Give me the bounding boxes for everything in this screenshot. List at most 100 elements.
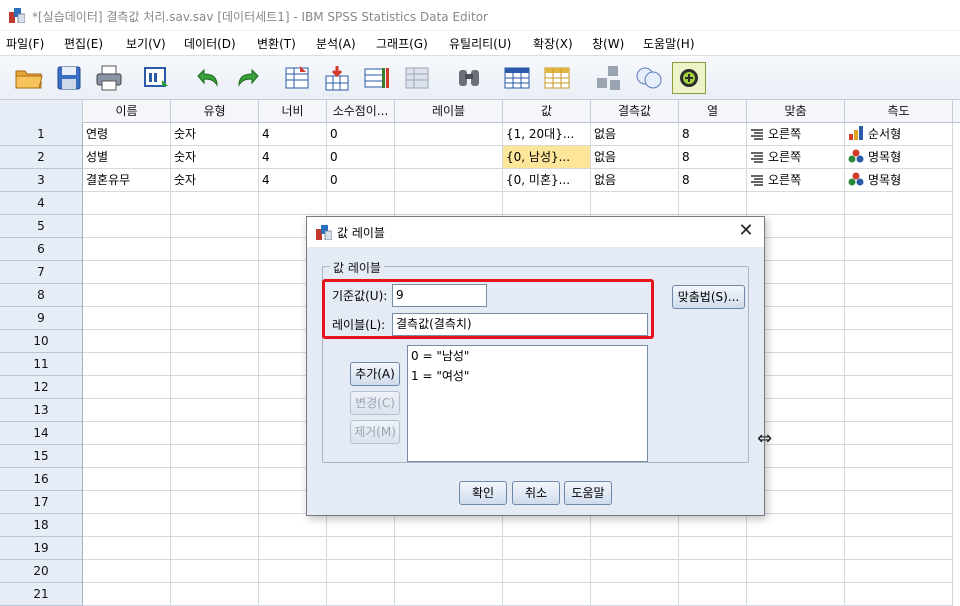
cell-missing[interactable]: 없음 bbox=[591, 169, 679, 192]
col-header-values[interactable]: 값 bbox=[503, 100, 591, 123]
cell-measure[interactable] bbox=[845, 514, 953, 537]
cell-type[interactable]: 숫자 bbox=[171, 169, 259, 192]
cell-measure[interactable] bbox=[845, 284, 953, 307]
col-header-align[interactable]: 맞춤 bbox=[747, 100, 845, 123]
row-header[interactable]: 18 bbox=[0, 514, 83, 537]
cell-label[interactable] bbox=[395, 583, 503, 606]
cell-columns[interactable] bbox=[679, 583, 747, 606]
cell-values[interactable] bbox=[503, 583, 591, 606]
cell-type[interactable] bbox=[171, 491, 259, 514]
cell-decimals[interactable]: 0 bbox=[327, 146, 395, 169]
dialog-title-bar[interactable]: 값 레이블 ✕ bbox=[307, 217, 764, 247]
cell-type[interactable] bbox=[171, 537, 259, 560]
cell-label[interactable] bbox=[395, 514, 503, 537]
find-icon[interactable] bbox=[452, 62, 486, 94]
cell-type[interactable] bbox=[171, 445, 259, 468]
menu-analyze[interactable]: 분석(A) bbox=[316, 35, 356, 52]
undo-icon[interactable] bbox=[190, 62, 224, 94]
cell-measure[interactable] bbox=[845, 399, 953, 422]
cell-name[interactable] bbox=[83, 422, 171, 445]
cell-measure[interactable] bbox=[845, 215, 953, 238]
cell-align[interactable] bbox=[747, 514, 845, 537]
cell-measure[interactable] bbox=[845, 307, 953, 330]
col-header-columns[interactable]: 열 bbox=[679, 100, 747, 123]
row-header[interactable]: 15 bbox=[0, 445, 83, 468]
cell-type[interactable] bbox=[171, 514, 259, 537]
change-button[interactable]: 변경(C) bbox=[350, 391, 400, 415]
cancel-button[interactable]: 취소 bbox=[512, 481, 560, 505]
cell-width[interactable]: 4 bbox=[259, 123, 327, 146]
cell-name[interactable] bbox=[83, 376, 171, 399]
redo-icon[interactable] bbox=[232, 62, 266, 94]
custom-icon[interactable] bbox=[672, 62, 706, 94]
weight-cases-icon[interactable] bbox=[400, 62, 434, 94]
cell-name[interactable] bbox=[83, 284, 171, 307]
cell-measure[interactable] bbox=[845, 192, 953, 215]
cell-width[interactable] bbox=[259, 192, 327, 215]
cell-decimals[interactable] bbox=[327, 514, 395, 537]
cell-label[interactable] bbox=[395, 537, 503, 560]
cell-measure[interactable] bbox=[845, 422, 953, 445]
goto-variable-icon[interactable] bbox=[320, 62, 354, 94]
cell-width[interactable]: 4 bbox=[259, 169, 327, 192]
cell-values[interactable] bbox=[503, 192, 591, 215]
open-folder-icon[interactable] bbox=[12, 62, 46, 94]
cell-width[interactable] bbox=[259, 514, 327, 537]
row-header[interactable]: 16 bbox=[0, 468, 83, 491]
row-header[interactable]: 20 bbox=[0, 560, 83, 583]
cell-width[interactable]: 4 bbox=[259, 146, 327, 169]
row-header[interactable]: 8 bbox=[0, 284, 83, 307]
row-header[interactable]: 9 bbox=[0, 307, 83, 330]
cell-type[interactable] bbox=[171, 330, 259, 353]
row-header[interactable]: 3 bbox=[0, 169, 83, 192]
cell-columns[interactable]: 8 bbox=[679, 169, 747, 192]
row-header[interactable]: 17 bbox=[0, 491, 83, 514]
cell-align[interactable]: 오른쪽 bbox=[747, 123, 845, 146]
cell-decimals[interactable] bbox=[327, 583, 395, 606]
list-item[interactable]: 0 = "남성" bbox=[408, 346, 647, 366]
menu-view[interactable]: 보기(V) bbox=[126, 35, 166, 52]
cell-measure[interactable] bbox=[845, 468, 953, 491]
cell-missing[interactable] bbox=[591, 583, 679, 606]
cell-decimals[interactable] bbox=[327, 537, 395, 560]
cell-type[interactable] bbox=[171, 215, 259, 238]
cell-measure[interactable] bbox=[845, 583, 953, 606]
cell-measure[interactable] bbox=[845, 491, 953, 514]
row-header[interactable]: 13 bbox=[0, 399, 83, 422]
cell-measure[interactable] bbox=[845, 238, 953, 261]
cell-type[interactable]: 숫자 bbox=[171, 123, 259, 146]
cell-measure[interactable] bbox=[845, 445, 953, 468]
cell-align[interactable] bbox=[747, 560, 845, 583]
cell-measure[interactable] bbox=[845, 376, 953, 399]
split-file-icon[interactable] bbox=[592, 62, 626, 94]
row-header[interactable]: 2 bbox=[0, 146, 83, 169]
cell-width[interactable] bbox=[259, 537, 327, 560]
recall-dialog-icon[interactable] bbox=[140, 62, 174, 94]
cell-measure[interactable]: 명목형 bbox=[845, 146, 953, 169]
cell-measure[interactable] bbox=[845, 560, 953, 583]
cell-align[interactable]: 오른쪽 bbox=[747, 146, 845, 169]
cell-align[interactable] bbox=[747, 192, 845, 215]
cell-name[interactable]: 결혼유무 bbox=[83, 169, 171, 192]
cell-type[interactable] bbox=[171, 422, 259, 445]
col-header-measure[interactable]: 측도 bbox=[845, 100, 953, 123]
cell-columns[interactable] bbox=[679, 192, 747, 215]
cell-name[interactable]: 연령 bbox=[83, 123, 171, 146]
cell-missing[interactable]: 없음 bbox=[591, 123, 679, 146]
cell-columns[interactable]: 8 bbox=[679, 146, 747, 169]
cell-name[interactable] bbox=[83, 192, 171, 215]
row-header[interactable]: 1 bbox=[0, 123, 83, 146]
cell-values[interactable]: {1, 20대}... bbox=[503, 123, 591, 146]
cell-label[interactable] bbox=[395, 560, 503, 583]
cell-name[interactable] bbox=[83, 330, 171, 353]
col-header-decimals[interactable]: 소수점이... bbox=[327, 100, 395, 123]
cell-name[interactable] bbox=[83, 468, 171, 491]
save-icon[interactable] bbox=[52, 62, 86, 94]
row-header[interactable]: 6 bbox=[0, 238, 83, 261]
cell-values[interactable]: {0, 남성}... bbox=[503, 146, 591, 169]
cell-columns[interactable] bbox=[679, 514, 747, 537]
cell-name[interactable] bbox=[83, 445, 171, 468]
row-header[interactable]: 5 bbox=[0, 215, 83, 238]
list-item[interactable]: 1 = "여성" bbox=[408, 366, 647, 386]
cell-type[interactable] bbox=[171, 399, 259, 422]
